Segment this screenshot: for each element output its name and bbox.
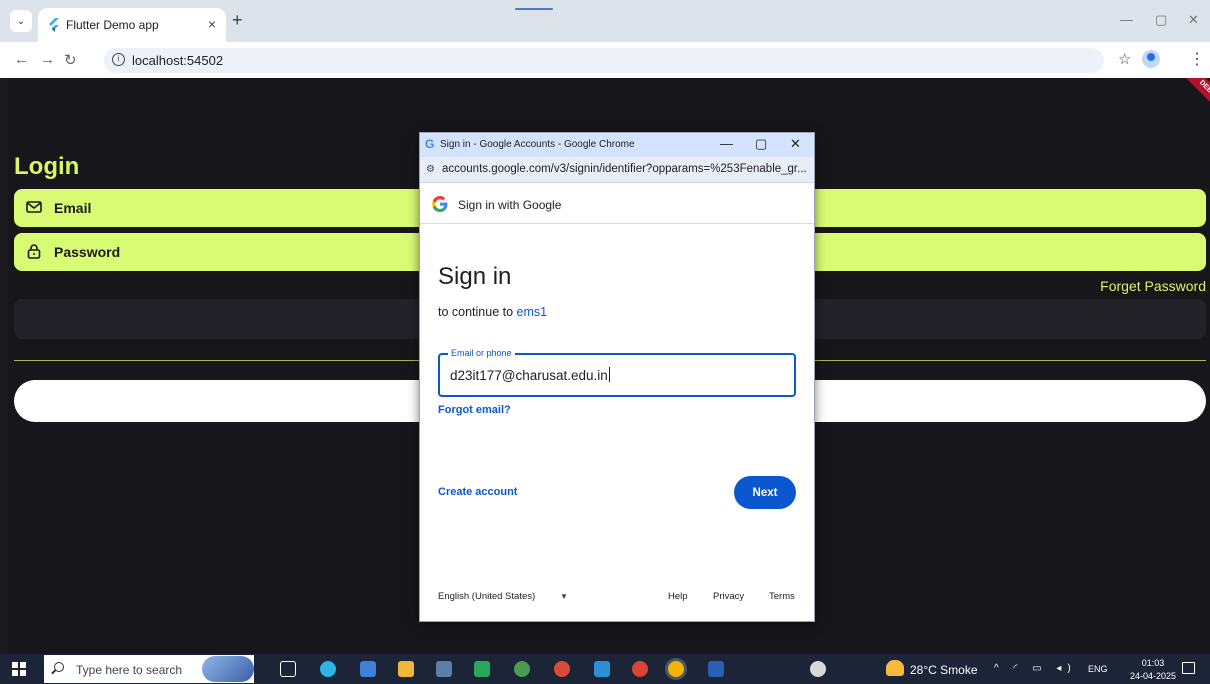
close-window-icon[interactable]: ✕ <box>1188 12 1199 28</box>
notification-icon[interactable] <box>1182 662 1195 674</box>
address-bar[interactable]: i localhost:54502 <box>104 48 1104 73</box>
email-field-label: Email <box>54 200 92 216</box>
search-icon <box>54 662 64 672</box>
task-view-icon[interactable] <box>280 661 296 677</box>
tab-strip-indicator <box>515 8 553 10</box>
minimize-icon[interactable]: — <box>1120 12 1133 27</box>
tray-icons[interactable]: ^ ◜ ▭ ◂) <box>994 663 1077 674</box>
popup-header-text: Sign in with Google <box>458 198 562 212</box>
tab-close-icon[interactable]: × <box>208 16 216 32</box>
more-menu-icon[interactable]: ⋮ <box>1189 49 1205 69</box>
flutter-icon <box>49 18 59 32</box>
maximize-icon[interactable]: ▢ <box>1155 12 1167 28</box>
terms-link[interactable]: Terms <box>769 591 795 602</box>
weather-icon[interactable] <box>886 660 904 676</box>
language-select[interactable]: English (United States) <box>438 591 535 602</box>
taskbar-search-input[interactable]: Type here to search <box>44 655 254 683</box>
popup-header: Sign in with Google <box>420 184 814 224</box>
word-icon[interactable] <box>708 661 724 677</box>
site-settings-icon[interactable]: ⚙ <box>426 164 435 175</box>
tab-title: Flutter Demo app <box>66 18 159 32</box>
profile-avatar-icon[interactable] <box>1142 50 1160 68</box>
tab-search-chevron-icon[interactable]: ⌄ <box>10 10 32 32</box>
tab-flutter-demo[interactable]: Flutter Demo app × <box>38 8 226 42</box>
search-highlight-icon[interactable] <box>202 656 254 682</box>
reload-icon[interactable]: ↻ <box>64 51 77 69</box>
calculator-icon[interactable] <box>436 661 452 677</box>
forgot-email-link[interactable]: Forgot email? <box>438 404 511 416</box>
email-input-value[interactable]: d23it177@charusat.edu.in <box>450 367 610 383</box>
privacy-link[interactable]: Privacy <box>713 591 744 602</box>
email-or-phone-input[interactable]: Email or phone d23it177@charusat.edu.in <box>438 348 796 397</box>
help-app-icon[interactable] <box>810 661 826 677</box>
chrome-profile-2-icon[interactable] <box>554 661 570 677</box>
new-tab-button[interactable]: + <box>232 11 243 29</box>
debug-banner: DEBUG <box>1179 78 1210 121</box>
mail-app-icon[interactable] <box>360 661 376 677</box>
windows-taskbar: Type here to search 28°C Smoke ^ ◜ ▭ ◂) … <box>0 654 1210 684</box>
forget-password-link[interactable]: Forget Password <box>1100 278 1206 294</box>
language-indicator[interactable]: ENG <box>1088 664 1108 674</box>
lock-icon <box>27 244 41 259</box>
file-explorer-icon[interactable] <box>398 661 414 677</box>
page-title: Login <box>14 153 80 180</box>
password-field-label: Password <box>54 244 121 260</box>
popup-maximize-icon[interactable]: ▢ <box>755 136 767 152</box>
mail-icon <box>26 201 42 213</box>
back-icon[interactable]: ← <box>14 51 29 68</box>
popup-minimize-icon[interactable]: — <box>720 136 733 151</box>
popup-address-bar[interactable]: ⚙ accounts.google.com/v3/signin/identifi… <box>420 157 814 183</box>
help-link[interactable]: Help <box>668 591 688 602</box>
clock-time[interactable]: 01:03 <box>1131 658 1175 668</box>
continue-prefix: to continue to <box>438 305 517 319</box>
google-signin-popup: G Sign in - Google Accounts - Google Chr… <box>419 132 815 622</box>
clock-date[interactable]: 24-04-2025 <box>1126 671 1180 681</box>
popup-titlebar[interactable]: G Sign in - Google Accounts - Google Chr… <box>420 133 814 157</box>
signin-heading: Sign in <box>438 263 512 290</box>
popup-close-icon[interactable]: ✕ <box>790 136 801 152</box>
email-input-label: Email or phone <box>448 348 515 358</box>
chrome-active-icon[interactable] <box>668 661 684 677</box>
windows-start-icon[interactable] <box>12 662 26 676</box>
browser-toolbar: ← → ↻ i localhost:54502 ☆ ⋮ <box>0 42 1210 78</box>
next-button[interactable]: Next <box>734 476 796 509</box>
forward-icon[interactable]: → <box>40 51 55 68</box>
language-dropdown-icon[interactable]: ▼ <box>560 592 568 601</box>
create-account-link[interactable]: Create account <box>438 486 517 498</box>
google-g-icon: G <box>425 137 435 151</box>
vscode-icon[interactable] <box>594 661 610 677</box>
photos-icon[interactable] <box>474 661 490 677</box>
chrome-profile-1-icon[interactable] <box>514 661 530 677</box>
browser-tabstrip: ⌄ Flutter Demo app × + — ▢ ✕ <box>0 0 1210 42</box>
continue-text: to continue to ems1 <box>438 305 547 319</box>
popup-url-text[interactable]: accounts.google.com/v3/signin/identifier… <box>442 163 807 175</box>
popup-window-title: Sign in - Google Accounts - Google Chrom… <box>440 139 635 150</box>
email-value-text: d23it177@charusat.edu.in <box>450 368 608 383</box>
app-name-link[interactable]: ems1 <box>517 305 548 319</box>
url-text[interactable]: localhost:54502 <box>132 53 223 68</box>
chrome-profile-3-icon[interactable] <box>632 661 648 677</box>
bookmark-star-icon[interactable]: ☆ <box>1118 50 1131 68</box>
site-info-icon[interactable]: i <box>112 53 125 66</box>
text-caret <box>608 367 610 382</box>
google-logo-icon <box>432 196 448 212</box>
search-placeholder: Type here to search <box>76 663 183 677</box>
edge-icon[interactable] <box>320 661 336 677</box>
weather-text[interactable]: 28°C Smoke <box>910 663 978 677</box>
